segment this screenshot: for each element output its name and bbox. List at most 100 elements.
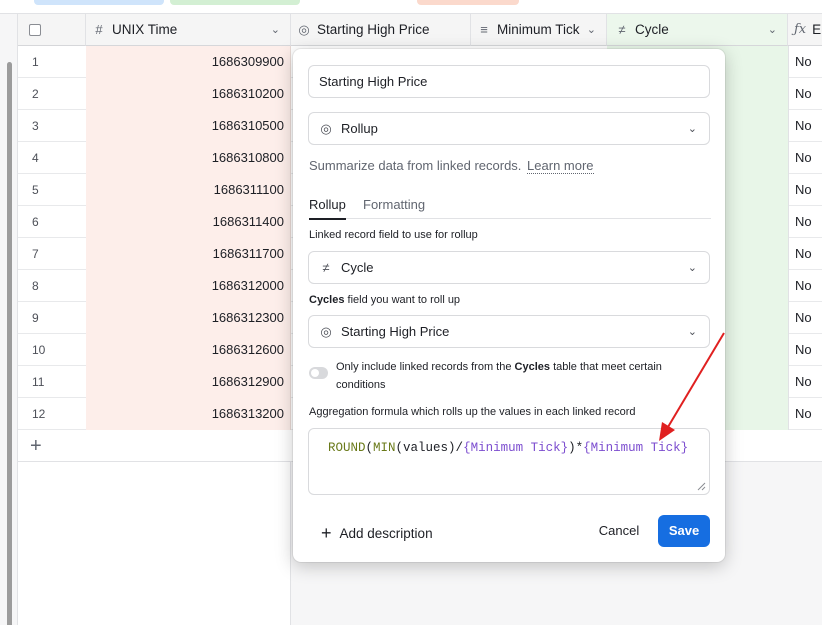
formula-cell[interactable]: No bbox=[788, 334, 822, 366]
select-all-header bbox=[18, 14, 86, 46]
vertical-scrollbar-thumb[interactable] bbox=[7, 62, 12, 625]
linked-field-select[interactable]: ≠ Cycle ⌄ bbox=[308, 251, 710, 284]
formula-text: ( bbox=[365, 441, 374, 455]
unix-time-cell[interactable]: 1686313200 bbox=[86, 398, 291, 430]
field-type-help: Summarize data from linked records. Lear… bbox=[309, 158, 594, 174]
formula-cell[interactable]: No bbox=[788, 398, 822, 430]
rollup-icon: ◎ bbox=[320, 323, 332, 339]
condition-toggle-label: Only include linked records from the Cyc… bbox=[336, 358, 696, 394]
row-number: 11 bbox=[32, 375, 45, 389]
condition-text-bold: Cycles bbox=[514, 361, 551, 373]
formula-cell[interactable]: No bbox=[788, 174, 822, 206]
unix-time-cell[interactable]: 1686310800 bbox=[86, 142, 291, 174]
linked-field-value: Cycle bbox=[341, 260, 374, 275]
condition-text-part: Only include linked records from the bbox=[336, 361, 515, 373]
view-tab-chip[interactable] bbox=[170, 0, 300, 5]
plus-icon[interactable]: + bbox=[30, 435, 42, 458]
unix-time-cell[interactable]: 1686310500 bbox=[86, 110, 291, 142]
learn-more-link[interactable]: Learn more bbox=[527, 158, 594, 174]
left-scroll-rail bbox=[0, 14, 18, 625]
chevron-down-icon[interactable]: ⌄ bbox=[768, 23, 777, 36]
row-number: 1 bbox=[32, 55, 39, 69]
rollup-field-select[interactable]: ◎ Starting High Price ⌄ bbox=[308, 315, 710, 348]
row-number: 8 bbox=[32, 279, 39, 293]
row-number: 3 bbox=[32, 119, 39, 133]
save-button[interactable]: Save bbox=[658, 515, 710, 547]
unix-time-cell[interactable]: 1686310200 bbox=[86, 78, 291, 110]
linked-field-label: Linked record field to use for rollup bbox=[309, 229, 478, 241]
aggregation-formula-editor[interactable]: ROUND(MIN(values)/{Minimum Tick})*{Minim… bbox=[308, 428, 710, 495]
rollup-field-value: Starting High Price bbox=[341, 324, 450, 339]
unix-time-cell[interactable]: 1686312900 bbox=[86, 366, 291, 398]
unix-time-cell[interactable]: 1686309900 bbox=[86, 46, 291, 78]
tab-formatting[interactable]: Formatting bbox=[363, 197, 425, 212]
tab-rollup[interactable]: Rollup bbox=[309, 197, 346, 220]
chevron-down-icon: ⌄ bbox=[687, 122, 697, 135]
row-number: 9 bbox=[32, 311, 39, 325]
formula-cell[interactable]: No bbox=[788, 270, 822, 302]
formula-cell[interactable]: No bbox=[788, 206, 822, 238]
resize-handle-icon[interactable] bbox=[697, 482, 706, 491]
unix-time-cell[interactable]: 1686311400 bbox=[86, 206, 291, 238]
formula-cell[interactable]: No bbox=[788, 110, 822, 142]
rollup-field-label-bold: Cycles bbox=[309, 294, 345, 306]
row-number: 12 bbox=[32, 407, 46, 421]
column-header-cycle[interactable]: ≠ Cycle ⌄ bbox=[607, 14, 788, 46]
chevron-down-icon[interactable]: ⌄ bbox=[587, 23, 596, 36]
link-icon: ≠ bbox=[322, 260, 330, 275]
formula-cell[interactable]: No bbox=[788, 142, 822, 174]
help-text: Summarize data from linked records. bbox=[309, 158, 522, 173]
lookup-icon: ≡ bbox=[480, 22, 488, 37]
plus-icon: + bbox=[321, 523, 332, 543]
row-number: 2 bbox=[32, 87, 39, 101]
unix-time-cell[interactable]: 1686311700 bbox=[86, 238, 291, 270]
formula-field-reference: {Minimum Tick} bbox=[463, 441, 569, 455]
row-number: 10 bbox=[32, 343, 46, 357]
app-root: # UNIX Time ⌄ ◎ Starting High Price ≡ Mi… bbox=[0, 0, 822, 625]
row-number: 5 bbox=[32, 183, 39, 197]
column-header-formula[interactable]: ƒx Er bbox=[788, 14, 822, 46]
unix-time-cell[interactable]: 1686312000 bbox=[86, 270, 291, 302]
add-description-label: Add description bbox=[339, 526, 433, 541]
field-type-select[interactable]: ◎ Rollup ⌄ bbox=[308, 112, 710, 145]
rollup-field-label: Cycles field you want to roll up bbox=[309, 294, 460, 306]
unix-time-cell[interactable]: 1686312300 bbox=[86, 302, 291, 334]
column-header-label: Er bbox=[812, 22, 822, 37]
config-tabs: Rollup Formatting bbox=[309, 189, 711, 220]
add-description-button[interactable]: + Add description bbox=[321, 523, 433, 544]
chevron-down-icon[interactable]: ⌄ bbox=[271, 23, 280, 36]
formula-cell[interactable]: No bbox=[788, 302, 822, 334]
formula-field-reference: {Minimum Tick} bbox=[583, 441, 689, 455]
formula-icon: ƒx bbox=[794, 22, 807, 37]
unix-time-cell[interactable]: 1686312600 bbox=[86, 334, 291, 366]
formula-cell[interactable]: No bbox=[788, 78, 822, 110]
column-header-minimum-tick[interactable]: ≡ Minimum Tick ⌄ bbox=[471, 14, 607, 46]
select-all-checkbox[interactable] bbox=[29, 23, 41, 36]
column-header-unix-time[interactable]: # UNIX Time ⌄ bbox=[86, 14, 291, 46]
rollup-icon: ◎ bbox=[298, 21, 310, 37]
cancel-button[interactable]: Cancel bbox=[589, 515, 649, 547]
rollup-icon: ◎ bbox=[320, 120, 332, 136]
view-tab-chip[interactable] bbox=[417, 0, 519, 5]
row-number: 7 bbox=[32, 247, 39, 261]
formula-cell[interactable]: No bbox=[788, 366, 822, 398]
aggregation-label: Aggregation formula which rolls up the v… bbox=[309, 406, 636, 418]
column-header-label: UNIX Time bbox=[112, 22, 178, 37]
unix-time-cell[interactable]: 1686311100 bbox=[86, 174, 291, 206]
number-icon: # bbox=[95, 22, 103, 37]
formula-cell[interactable]: No bbox=[788, 46, 822, 78]
row-number: 6 bbox=[32, 215, 39, 229]
chevron-down-icon: ⌄ bbox=[687, 261, 697, 274]
formula-text: )* bbox=[568, 441, 584, 455]
toolbar-strip bbox=[0, 0, 822, 14]
formula-cell[interactable]: No bbox=[788, 238, 822, 270]
field-config-popover: ◎ Rollup ⌄ Summarize data from linked re… bbox=[293, 49, 725, 562]
chevron-down-icon: ⌄ bbox=[687, 325, 697, 338]
empty-grid-area-left bbox=[18, 462, 291, 625]
column-header-starting-high-price[interactable]: ◎ Starting High Price bbox=[291, 14, 471, 46]
rollup-field-label-rest: field you want to roll up bbox=[344, 294, 461, 306]
condition-toggle[interactable] bbox=[309, 367, 328, 379]
view-tab-chip[interactable] bbox=[34, 0, 164, 5]
field-name-input[interactable] bbox=[308, 65, 710, 98]
formula-function: MIN bbox=[373, 441, 396, 455]
